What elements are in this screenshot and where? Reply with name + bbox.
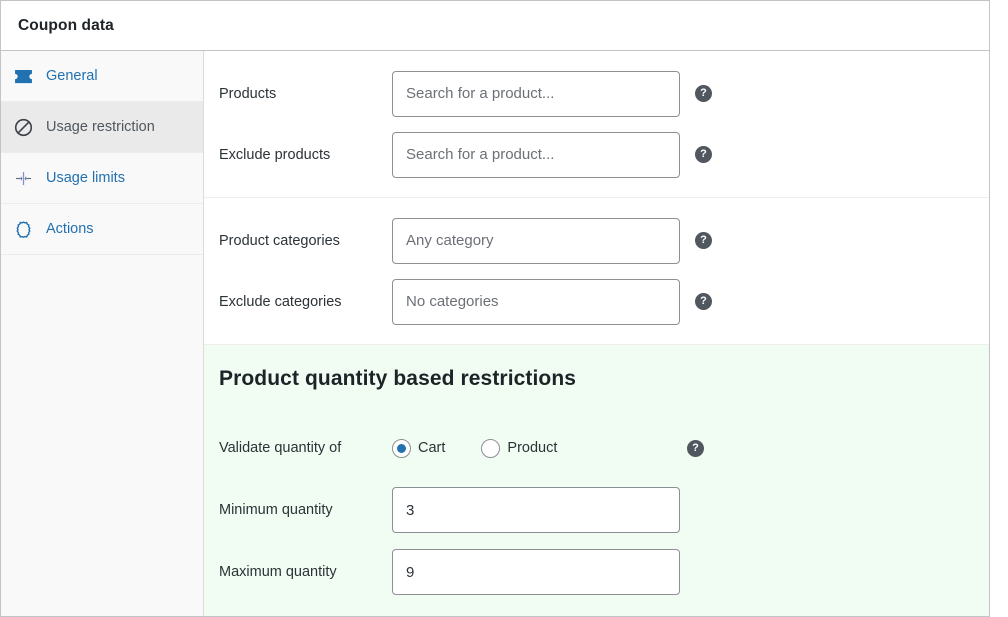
sidebar-item-actions[interactable]: Actions [1, 204, 203, 255]
exclude-products-control [392, 131, 680, 178]
product-categories-control [392, 217, 680, 264]
help-icon[interactable]: ? [695, 85, 712, 102]
radio-indicator-product[interactable] [481, 438, 501, 458]
prohibition-icon [14, 118, 40, 137]
validate-quantity-label: Validate quantity of [219, 440, 342, 456]
help-icon[interactable]: ? [695, 293, 712, 310]
exclude-products-label: Exclude products [219, 146, 331, 163]
radio-option-product[interactable]: Product [481, 438, 558, 458]
coupon-data-sidebar: General Usage restriction Usage limits A… [1, 51, 204, 616]
panel-body: General Usage restriction Usage limits A… [1, 51, 989, 616]
exclude-categories-control [392, 278, 680, 325]
section-heading: Product quantity based restrictions [219, 367, 577, 390]
field-row-minimum-quantity: Minimum quantity [204, 479, 989, 541]
validate-quantity-radio-group: Cart Product [392, 438, 687, 458]
radio-label-product: Product [507, 440, 558, 456]
ticket-icon [14, 69, 40, 84]
field-row-products: Products ? [204, 63, 989, 124]
sidebar-item-label: General [46, 67, 98, 84]
exclude-categories-label: Exclude categories [219, 293, 342, 310]
coupon-data-panel: Coupon data General Usage restriction Us… [0, 0, 990, 617]
minimum-quantity-label: Minimum quantity [219, 502, 333, 518]
products-control [392, 70, 680, 117]
sidebar-item-usage-limits[interactable]: Usage limits [1, 153, 203, 204]
radio-indicator-cart[interactable] [392, 438, 411, 458]
field-row-validate-quantity: Validate quantity of Cart Product ? [204, 417, 989, 479]
help-icon[interactable]: ? [695, 146, 712, 163]
maximum-quantity-input[interactable] [392, 549, 680, 595]
gear-icon [14, 220, 40, 239]
help-icon[interactable]: ? [695, 232, 712, 249]
page-title: Coupon data [18, 16, 114, 34]
field-group-categories: Product categories ? Exclude categories … [204, 198, 989, 345]
field-row-exclude-products: Exclude products ? [204, 124, 989, 185]
sidebar-item-label: Usage limits [46, 169, 125, 186]
field-row-maximum-quantity: Maximum quantity [204, 541, 989, 603]
exclude-categories-input[interactable] [392, 278, 680, 325]
field-row-exclude-categories: Exclude categories ? [204, 271, 989, 332]
product-quantity-restrictions-section: Product quantity based restrictions Vali… [204, 345, 989, 616]
minimum-quantity-control [392, 487, 680, 533]
exclude-products-input[interactable] [392, 131, 680, 178]
radio-option-cart[interactable]: Cart [392, 438, 446, 458]
field-group-products: Products ? Exclude products ? [204, 51, 989, 198]
sidebar-item-label: Usage restriction [46, 118, 155, 135]
sidebar-item-general[interactable]: General [1, 51, 203, 102]
minimum-quantity-input[interactable] [392, 487, 680, 533]
sidebar-item-usage-restriction[interactable]: Usage restriction [1, 102, 203, 153]
radio-label-cart: Cart [418, 440, 446, 456]
limits-arrows-icon [14, 170, 40, 187]
product-categories-label: Product categories [219, 232, 340, 249]
usage-restriction-panel: Products ? Exclude products ? [204, 51, 989, 616]
maximum-quantity-control [392, 549, 680, 595]
maximum-quantity-label: Maximum quantity [219, 564, 337, 580]
products-input[interactable] [392, 70, 680, 117]
sidebar-item-label: Actions [46, 220, 94, 237]
field-row-product-categories: Product categories ? [204, 210, 989, 271]
panel-header: Coupon data [1, 1, 989, 51]
products-label: Products [219, 85, 277, 102]
product-categories-input[interactable] [392, 217, 680, 264]
help-icon[interactable]: ? [687, 439, 704, 457]
